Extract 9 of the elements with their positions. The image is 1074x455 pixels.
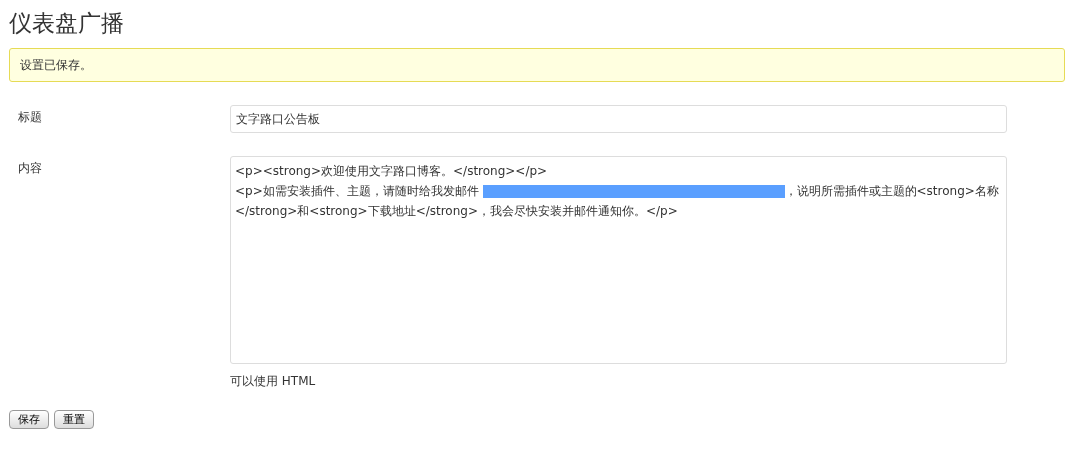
- field-label: 标题: [17, 109, 43, 126]
- form-button[interactable]: 重置: [54, 410, 94, 429]
- title-field[interactable]: 文字路口公告板: [230, 105, 1007, 133]
- page-title: 仪表盘广播: [9, 9, 125, 38]
- form-button[interactable]: 保存: [9, 410, 49, 429]
- content-textarea[interactable]: <p><strong>欢迎使用文字路口博客。</strong></p> <p>如需安装插件、主题，请随时给我发邮件 ，说明所需插件或主题的<strong>名称</strong>和<strong>下载地址</strong>，我会尽快安装并邮件通知你。</p>: [230, 156, 1007, 364]
- notice-message: 设置已保存。: [9, 48, 1065, 82]
- hint-text: 可以使用 HTML: [230, 373, 317, 390]
- field-label: 内容: [17, 160, 43, 177]
